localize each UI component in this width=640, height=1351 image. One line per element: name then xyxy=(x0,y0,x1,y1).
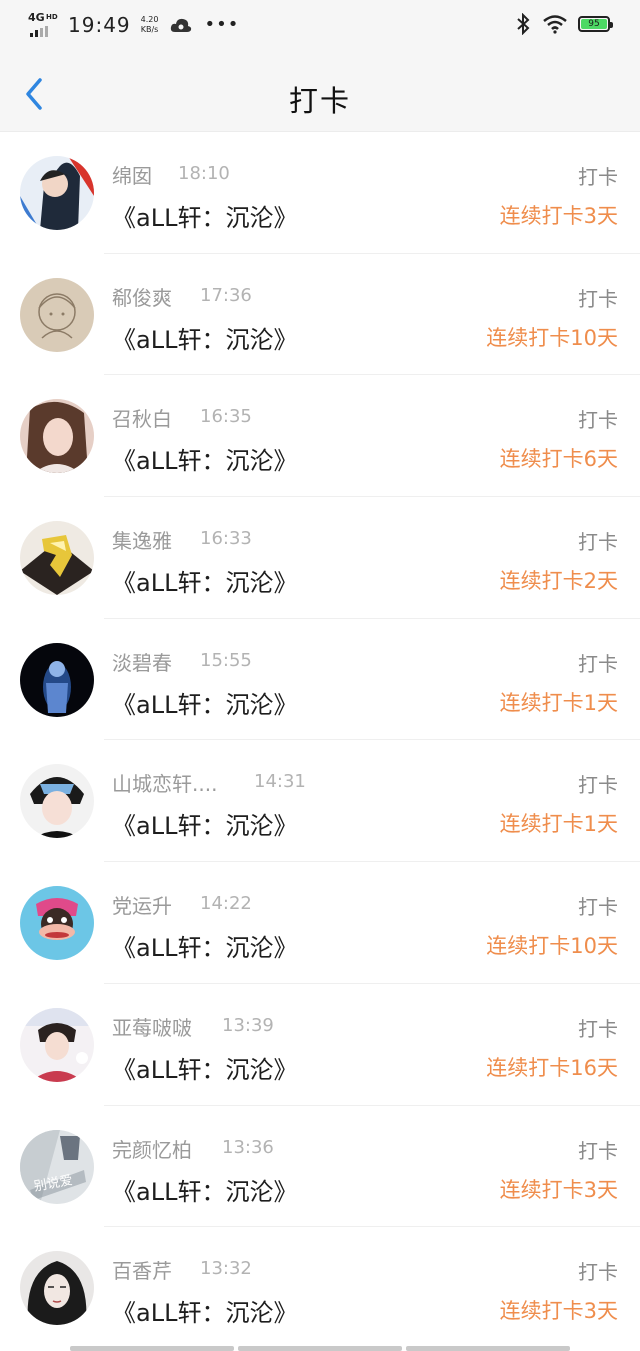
streak-label: 连续打卡3天 xyxy=(499,204,618,228)
list-item[interactable]: 山城恋轩.... 14:31 《aLL轩：沉沦》 打卡 连续打卡1天 xyxy=(0,740,640,863)
list-item[interactable]: 绵囡 18:10 《aLL轩：沉沦》 打卡 连续打卡3天 xyxy=(0,132,640,254)
avatar[interactable] xyxy=(20,642,94,717)
avatar[interactable] xyxy=(20,521,94,596)
clock: 19:49 xyxy=(68,13,131,37)
list-item[interactable]: 亚莓啵啵 13:39 《aLL轩：沉沦》 打卡 连续打卡16天 xyxy=(0,983,640,1106)
streak-label: 连续打卡10天 xyxy=(486,934,618,959)
checkin-time: 14:31 xyxy=(254,771,306,793)
network-hd-badge: HD xyxy=(46,13,58,21)
streak-label: 连续打卡16天 xyxy=(486,1055,618,1080)
avatar[interactable] xyxy=(20,1251,94,1326)
checkin-label: 打卡 xyxy=(578,773,618,798)
battery-level: 95 xyxy=(588,19,600,29)
list-item[interactable]: 召秋白 16:35 《aLL轩：沉沦》 打卡 连续打卡6天 xyxy=(0,375,640,498)
checkin-label: 打卡 xyxy=(578,165,618,189)
battery-icon: 95 xyxy=(578,16,613,32)
checkin-label: 打卡 xyxy=(578,1138,618,1163)
streak-label: 连续打卡6天 xyxy=(499,447,618,472)
avatar[interactable] xyxy=(20,156,94,230)
checkin-label: 打卡 xyxy=(578,286,618,311)
list-item[interactable]: 淡碧春 15:55 《aLL轩：沉沦》 打卡 连续打卡1天 xyxy=(0,618,640,741)
network-type: 4G xyxy=(28,11,45,24)
streak-label: 连续打卡10天 xyxy=(486,325,618,350)
avatar[interactable]: 别说爱 xyxy=(20,1129,94,1204)
work-title[interactable]: 《aLL轩：沉沦》 xyxy=(112,1172,297,1207)
checkin-time: 14:22 xyxy=(200,893,252,915)
work-title[interactable]: 《aLL轩：沉沦》 xyxy=(112,563,297,598)
avatar[interactable] xyxy=(20,764,94,839)
username: 亚莓啵啵 xyxy=(112,1015,192,1040)
username: 百香芹 xyxy=(112,1259,172,1284)
avatar[interactable] xyxy=(20,399,94,474)
work-title[interactable]: 《aLL轩：沉沦》 xyxy=(112,198,297,233)
checkin-label: 打卡 xyxy=(578,1016,618,1041)
list-item[interactable]: 郗俊爽 17:36 《aLL轩：沉沦》 打卡 连续打卡10天 xyxy=(0,253,640,376)
avatar[interactable] xyxy=(20,886,94,961)
username: 集逸雅 xyxy=(112,529,172,554)
bottom-indicator xyxy=(70,1346,570,1351)
checkin-time: 18:10 xyxy=(178,163,230,184)
checkin-label: 打卡 xyxy=(578,408,618,433)
network-speed-unit: KB/s xyxy=(140,25,159,34)
list-item[interactable]: 百香芹 13:32 《aLL轩：沉沦》 打卡 连续打卡3天 xyxy=(0,1227,640,1349)
work-title[interactable]: 《aLL轩：沉沦》 xyxy=(112,928,297,963)
username: 党运升 xyxy=(112,894,172,919)
username: 绵囡 xyxy=(112,164,152,188)
checkin-time: 16:35 xyxy=(200,406,252,428)
signal-icon: 4G HD xyxy=(28,12,58,38)
streak-label: 连续打卡2天 xyxy=(499,569,618,594)
work-title[interactable]: 《aLL轩：沉沦》 xyxy=(112,1050,297,1085)
username: 完颜忆柏 xyxy=(112,1137,192,1162)
streak-label: 连续打卡3天 xyxy=(499,1177,618,1202)
avatar[interactable] xyxy=(20,1007,94,1082)
username: 淡碧春 xyxy=(112,650,172,675)
network-speed: 4.20 KB/s xyxy=(141,15,159,35)
wifi-icon xyxy=(543,15,567,34)
checkin-time: 13:36 xyxy=(222,1136,274,1158)
streak-label: 连续打卡3天 xyxy=(499,1299,618,1324)
checkin-label: 打卡 xyxy=(578,895,618,920)
username: 召秋白 xyxy=(112,407,172,432)
streak-label: 连续打卡1天 xyxy=(499,690,618,715)
cloud-icon xyxy=(171,18,192,32)
checkin-list: 绵囡 18:10 《aLL轩：沉沦》 打卡 连续打卡3天 郗俊爽 17:36 《… xyxy=(0,132,640,1349)
streak-label: 连续打卡1天 xyxy=(499,812,618,837)
list-item[interactable]: 别说爱 完颜忆柏 13:36 《aLL轩：沉沦》 打卡 连续打卡3天 xyxy=(0,1105,640,1228)
work-title[interactable]: 《aLL轩：沉沦》 xyxy=(112,806,297,841)
checkin-time: 16:33 xyxy=(200,528,252,550)
bluetooth-icon xyxy=(517,13,530,35)
network-speed-value: 4.20 xyxy=(140,15,159,24)
work-title[interactable]: 《aLL轩：沉沦》 xyxy=(112,1293,297,1328)
checkin-label: 打卡 xyxy=(578,1260,618,1285)
list-item[interactable]: 集逸雅 16:33 《aLL轩：沉沦》 打卡 连续打卡2天 xyxy=(0,497,640,619)
nav-header: 打卡 xyxy=(0,50,640,132)
username: 郗俊爽 xyxy=(112,285,172,310)
more-notifications-icon: ••• xyxy=(204,14,240,35)
checkin-label: 打卡 xyxy=(578,530,618,555)
avatar[interactable] xyxy=(20,277,94,352)
checkin-time: 13:39 xyxy=(222,1014,274,1036)
work-title[interactable]: 《aLL轩：沉沦》 xyxy=(112,320,297,355)
page-title: 打卡 xyxy=(288,84,351,118)
status-bar: 4G HD 19:49 4.20 KB/s ••• 95 xyxy=(0,0,640,50)
checkin-time: 17:36 xyxy=(200,284,252,306)
work-title[interactable]: 《aLL轩：沉沦》 xyxy=(112,685,297,720)
username: 山城恋轩.... xyxy=(112,772,218,797)
checkin-label: 打卡 xyxy=(578,651,618,676)
list-item[interactable]: 党运升 14:22 《aLL轩：沉沦》 打卡 连续打卡10天 xyxy=(0,862,640,984)
work-title[interactable]: 《aLL轩：沉沦》 xyxy=(112,441,297,476)
checkin-time: 15:55 xyxy=(200,649,252,671)
checkin-time: 13:32 xyxy=(200,1258,252,1280)
